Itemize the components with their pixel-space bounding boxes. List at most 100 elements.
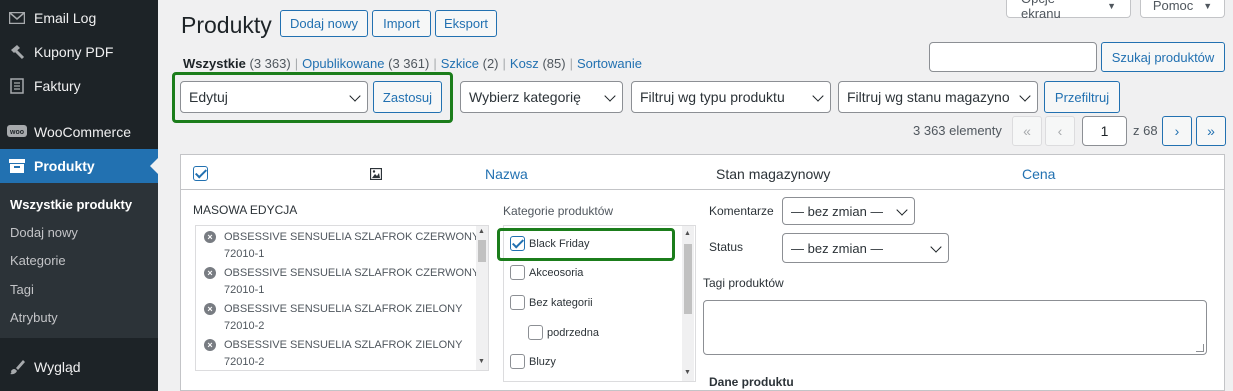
screen-options-tab[interactable]: Opcje ekranu ▼ [1006, 0, 1131, 21]
first-page-button[interactable]: « [1012, 116, 1042, 146]
total-pages: z 68 [1133, 123, 1158, 138]
add-new-button[interactable]: Dodaj nowy [280, 10, 368, 37]
view-drafts-count: (2) [482, 56, 499, 71]
search-input[interactable] [929, 42, 1097, 72]
list-item: × OBSESSIVE SENSUELIA SZLAFROK CZERWONY … [204, 265, 479, 299]
product-type-value: Filtruj wg typu produktu [640, 89, 785, 105]
submenu-all-products[interactable]: Wszystkie produkty [10, 197, 132, 212]
scrollbar[interactable]: ▲ ▼ [476, 226, 488, 370]
category-podrzedna[interactable]: podrzedna [528, 325, 599, 340]
products-submenu: Wszystkie produkty Dodaj nowy Kategorie … [0, 183, 158, 338]
category-black-friday[interactable]: Black Friday [510, 236, 590, 251]
category-filter-value: Wybierz kategorię [469, 89, 581, 105]
help-tab[interactable]: Pomoc ▼ [1140, 0, 1225, 18]
column-stock: Stan magazynowy [716, 166, 831, 182]
screen-options-label: Opcje ekranu [1021, 0, 1061, 21]
apply-button[interactable]: Zastosuj [373, 81, 442, 113]
triangle-down-icon: ▼ [1203, 0, 1213, 11]
menu-item-kupony-pdf[interactable]: Kupony PDF [0, 35, 158, 69]
menu-item-wyglad[interactable]: Wygląd [0, 350, 158, 384]
checkbox[interactable] [510, 236, 525, 251]
product-type-select[interactable]: Filtruj wg typu produktu [631, 81, 831, 113]
sorting-link[interactable]: Sortowanie [577, 56, 642, 71]
search-products-button[interactable]: Szukaj produktów [1101, 42, 1225, 72]
scrollbar[interactable]: ▲ ▼ [682, 226, 694, 381]
menu-item-email-log[interactable]: Email Log [0, 1, 158, 35]
chevron-down-icon [930, 241, 942, 253]
column-name[interactable]: Nazwa [485, 166, 528, 182]
menu-item-produkty[interactable]: Produkty [0, 149, 158, 183]
last-page-button[interactable]: » [1196, 116, 1226, 146]
submenu-tags[interactable]: Tagi [10, 282, 34, 297]
menu-item-woocommerce[interactable]: woo WooCommerce [0, 115, 158, 149]
scroll-thumb[interactable] [478, 240, 486, 262]
brush-icon [0, 359, 34, 375]
scroll-up-icon[interactable]: ▲ [684, 230, 691, 237]
chevron-down-icon [1019, 90, 1031, 102]
scroll-thumb[interactable] [684, 244, 692, 314]
menu-label: WooCommerce [34, 124, 131, 140]
items-count: 3 363 elementy [913, 123, 1002, 138]
stock-status-select[interactable]: Filtruj wg stanu magazynowego [838, 81, 1038, 113]
chevron-down-icon [604, 90, 616, 102]
category-akcesoria[interactable]: Akceosoria [510, 265, 583, 280]
bulk-edit-title: MASOWA EDYCJA [193, 203, 298, 217]
category-bluzy[interactable]: Bluzy [510, 354, 556, 369]
bulk-edit-product-list[interactable]: × OBSESSIVE SENSUELIA SZLAFROK CZERWONY … [195, 225, 489, 371]
product-data-label: Dane produktu [709, 375, 794, 389]
checkbox[interactable] [528, 325, 543, 340]
view-trash-link[interactable]: Kosz [510, 56, 539, 71]
select-all-checkbox[interactable] [193, 166, 208, 181]
menu-item-faktury[interactable]: Faktury [0, 69, 158, 103]
comments-select[interactable]: — bez zmian — [782, 197, 915, 225]
scroll-down-icon[interactable]: ▼ [478, 358, 485, 365]
categories-title: Kategorie produktów [503, 204, 614, 218]
hammer-icon [0, 44, 34, 60]
checkbox[interactable] [510, 354, 525, 369]
view-published-count: (3 361) [388, 56, 430, 71]
export-button[interactable]: Eksport [435, 10, 497, 37]
remove-icon[interactable]: × [204, 339, 216, 351]
image-icon [369, 167, 383, 185]
menu-label: Kupony PDF [34, 44, 114, 60]
column-price[interactable]: Cena [1022, 166, 1055, 182]
envelope-icon [0, 12, 34, 24]
stock-status-value: Filtruj wg stanu magazynowego [847, 89, 1009, 105]
view-published-link[interactable]: Opublikowane [302, 56, 384, 71]
checkbox[interactable] [510, 295, 525, 310]
remove-icon[interactable]: × [204, 303, 216, 315]
status-select[interactable]: — bez zmian — [782, 233, 949, 263]
remove-icon[interactable]: × [204, 231, 216, 243]
current-page-input[interactable]: 1 [1082, 116, 1127, 146]
chevron-down-icon [896, 204, 908, 216]
view-trash-count: (85) [542, 56, 566, 71]
scroll-up-icon[interactable]: ▲ [478, 228, 485, 235]
status-label: Status [709, 240, 744, 254]
checkbox[interactable] [510, 265, 525, 280]
submenu-categories[interactable]: Kategorie [10, 253, 66, 268]
submenu-attributes[interactable]: Atrybuty [10, 310, 58, 325]
view-drafts-link[interactable]: Szkice [441, 56, 479, 71]
next-page-button[interactable]: › [1162, 116, 1192, 146]
submenu-add-new[interactable]: Dodaj nowy [10, 225, 78, 240]
tags-label: Tagi produktów [703, 276, 784, 290]
tags-textarea[interactable] [703, 300, 1207, 355]
category-filter-select[interactable]: Wybierz kategorię [460, 81, 623, 113]
filter-button[interactable]: Przefiltruj [1044, 81, 1120, 113]
scroll-down-icon[interactable]: ▼ [684, 369, 691, 376]
list-item: × OBSESSIVE SENSUELIA SZLAFROK CZERWONY … [204, 229, 479, 263]
page-title: Produkty [181, 12, 272, 38]
view-all-link[interactable]: Wszystkie [183, 56, 246, 71]
status-value: — bez zmian — [791, 240, 884, 256]
comments-label: Komentarze [709, 204, 774, 218]
menu-label: Wygląd [34, 359, 81, 375]
list-item: × OBSESSIVE SENSUELIA SZLAFROK ZIELONY 7… [204, 301, 462, 335]
import-button[interactable]: Import [372, 10, 431, 37]
triangle-down-icon: ▼ [1107, 0, 1116, 11]
remove-icon[interactable]: × [204, 267, 216, 279]
list-item: × OBSESSIVE SENSUELIA SZLAFROK ZIELONY 7… [204, 337, 462, 370]
category-bez-kategorii[interactable]: Bez kategorii [510, 295, 593, 310]
prev-page-button[interactable]: ‹ [1045, 116, 1075, 146]
bulk-action-select[interactable]: Edytuj [180, 81, 368, 113]
comments-value: — bez zmian — [791, 203, 884, 219]
